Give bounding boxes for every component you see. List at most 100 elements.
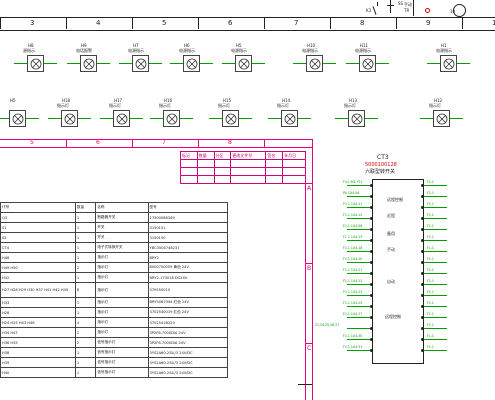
ct3-left-wire: F1.1 1X4.21 bbox=[343, 268, 363, 272]
ct3-left-wire: F1.1 1X4.23 bbox=[343, 290, 363, 294]
lamp-label: 指示灯 bbox=[159, 103, 171, 108]
ct3-right-wire: F1.1 bbox=[427, 180, 434, 184]
bom-cell: 1 bbox=[74, 252, 97, 263]
bom-cell: 3702541B220 bbox=[147, 317, 229, 328]
lamp-label: 指示灯 bbox=[218, 103, 230, 108]
bom-cell: 2 bbox=[74, 327, 97, 338]
bom-cell: CT4 bbox=[0, 242, 76, 253]
ct3-left-wire: F1.1 1X4.30 bbox=[343, 334, 363, 338]
bom-cell: 信号指示灯 bbox=[95, 337, 149, 348]
ct3-right-wire: F1.1 bbox=[427, 334, 434, 338]
bom-row: Q3 1 断路器开关 17500088349 bbox=[0, 212, 229, 223]
lamp-icon bbox=[61, 110, 78, 127]
revision-cell bbox=[282, 175, 306, 184]
bom-cell: 1 bbox=[74, 272, 97, 283]
lamp-label: 电源指示 bbox=[302, 48, 318, 53]
indicator-lamp: H6 电源指示 bbox=[170, 44, 214, 80]
lamp-label: 电源指示 bbox=[179, 48, 195, 53]
ct3-left-wire: F4.1 M1 Y11 bbox=[343, 180, 363, 184]
ct3-left-wire: F1.1 1X4.25 bbox=[343, 301, 363, 305]
lamp-icon bbox=[222, 110, 239, 127]
ct3-left-wire: F1.1 1X4.12 bbox=[343, 213, 363, 217]
indicator-lamp: H9 电话报警 bbox=[67, 44, 111, 80]
bom-cell: 信号指示灯 bbox=[95, 347, 149, 358]
ct3-title: 六联型转开关 bbox=[365, 169, 396, 175]
indicator-lamp: H10 电源指示 bbox=[293, 44, 337, 80]
bom-cell: H27 H28 H29 H30 H37 H41 H42 H45 bbox=[0, 282, 76, 298]
lamp-label: 指示灯 bbox=[344, 103, 356, 108]
indicator-lamp: H16 指示灯 bbox=[150, 99, 194, 135]
bom-cell: Q3 bbox=[0, 212, 76, 223]
bom-row: H38 1 信号指示灯 3YS2A60-2SIL/3 24V/DC bbox=[0, 347, 229, 358]
bom-row: H32 1 指示灯 BRY2-170016 DC24V bbox=[0, 272, 229, 283]
ct3-part-number: 5000100128 bbox=[365, 162, 397, 168]
revision-table: 标记 数量 分区 更改文件号 签名 年月日 bbox=[180, 151, 306, 184]
bom-row: H27 H28 H29 H30 H37 H41 H42 H45 8 指示灯 37955… bbox=[0, 282, 229, 298]
bom-cell: BRY2-170016 DC24V bbox=[147, 272, 229, 283]
top-ruler-number: 8 bbox=[360, 19, 365, 27]
lamp-icon bbox=[235, 55, 252, 72]
mid-ruler-divider bbox=[66, 139, 67, 147]
ct3-left-wire: F1.1 1X4.22 bbox=[343, 279, 363, 283]
ct3-section-label: 自动 bbox=[387, 279, 395, 284]
bom-cell: 1 bbox=[74, 357, 97, 368]
bom-cell: 电子式转换开关 bbox=[95, 242, 149, 253]
bom-row: H40 1 信号指示灯 3YS2A60-2SIL/3 24V/DC bbox=[0, 367, 229, 378]
bom-cell: 1 bbox=[74, 307, 97, 318]
mid-ruler-number: 8 bbox=[228, 139, 232, 146]
ct3-left-wire: F1.1 1X4.18 bbox=[343, 246, 363, 250]
ct3-right-wire: F1.1 bbox=[427, 279, 434, 283]
lamp-label: 源指示 bbox=[23, 48, 35, 53]
ct3-section-label: 远程控制 bbox=[387, 197, 403, 202]
bom-cell: 1 bbox=[74, 367, 97, 378]
revision-header: 年月日 bbox=[282, 151, 306, 160]
ct3-body bbox=[372, 179, 424, 364]
top-ruler-number: 7 bbox=[294, 19, 299, 27]
bom-row: H24 H25 H43 H46 4 指示灯 3702541B220 bbox=[0, 317, 229, 328]
lamp-label: 电话报警 bbox=[76, 48, 92, 53]
ct3-section-label: 手动 bbox=[387, 247, 395, 252]
ct3-right-wire: F1.1 bbox=[427, 323, 434, 327]
indicator-lamp: H5 电源指示 bbox=[222, 44, 266, 80]
bom-header: 名称 bbox=[95, 202, 149, 213]
bom-cell: S2 bbox=[0, 232, 76, 243]
indicator-lamp: H15 指示灯 bbox=[209, 99, 253, 135]
ct3-right-wire: F1.1 bbox=[427, 246, 434, 250]
top-ruler-divider bbox=[198, 17, 199, 29]
bom-cell: 3P2F6-7000DIA 24V bbox=[147, 337, 229, 348]
lamp-label: 指示灯 bbox=[57, 103, 69, 108]
bom-cell: 指示灯 bbox=[95, 272, 149, 283]
bom-header: 数量 bbox=[74, 202, 97, 213]
bom-cell: 断路器开关 bbox=[95, 212, 149, 223]
revision-cell bbox=[230, 167, 267, 176]
top-ruler-divider bbox=[132, 17, 133, 29]
top-ruler-number: 5 bbox=[162, 19, 167, 27]
bom-cell: 379550010 bbox=[147, 282, 229, 298]
indicator-lamp: H7 电源指示 bbox=[119, 44, 163, 80]
top-ruler-number: 9 bbox=[426, 19, 431, 27]
bom-cell: 17500088349 bbox=[147, 212, 229, 223]
mid-ruler-number: 6 bbox=[96, 139, 100, 146]
schematic-sheet: 345678910 K3 SS 手动 TR 10 H8源指示H9电话报警H7电源… bbox=[0, 0, 495, 400]
bom-cell: H26 bbox=[0, 307, 76, 318]
bom-row: H26 1 指示灯 3702540019 红色 24V bbox=[0, 307, 229, 318]
ct3-right-wire: F1.1 bbox=[427, 257, 434, 261]
bom-cell: 3150151 bbox=[147, 222, 229, 233]
bom-row: CT4 1 电子式转换开关 YBC3504748237 bbox=[0, 242, 229, 253]
bom-row: H48 1 指示灯 BRY2 bbox=[0, 252, 229, 263]
lamp-label: 电源指示 bbox=[231, 48, 247, 53]
ct3-right-wire: F1.1 bbox=[427, 268, 434, 272]
revision-header: 数量 bbox=[196, 151, 215, 160]
revision-cell bbox=[265, 167, 284, 176]
revision-cell bbox=[213, 175, 232, 184]
ct3-left-wire: PA 1X4.06 bbox=[343, 191, 360, 195]
bom-cell: H38 bbox=[0, 347, 76, 358]
revision-cell bbox=[196, 167, 215, 176]
revision-cell bbox=[180, 167, 198, 176]
lamp-icon bbox=[348, 110, 365, 127]
indicator-lamp: H1 电源指示 bbox=[427, 44, 471, 80]
bom-cell: 信号指示灯 bbox=[95, 367, 149, 378]
bom-cell: H32 bbox=[0, 272, 76, 283]
ct3-bottom-label: 远程控制 bbox=[385, 314, 401, 319]
bom-cell: H34 H47 bbox=[0, 327, 76, 338]
